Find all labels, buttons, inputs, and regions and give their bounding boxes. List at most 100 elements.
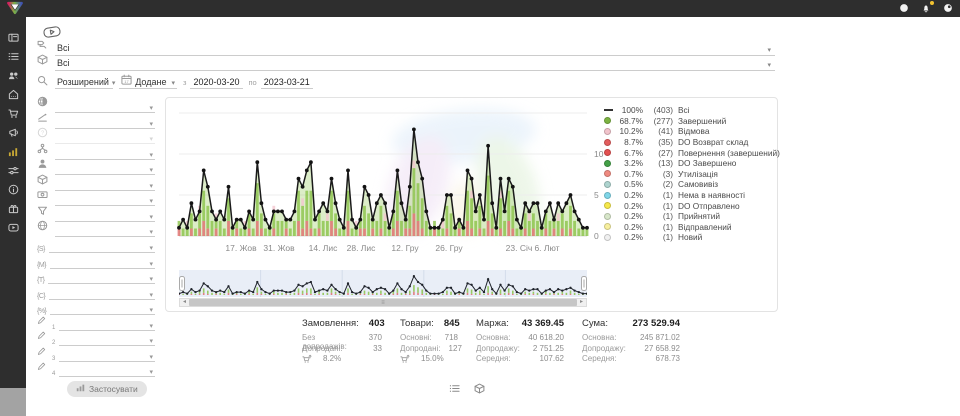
- search-mode-value: Розширений: [57, 77, 109, 87]
- legend-item-8[interactable]: 0.5%(2)Самовивіз: [604, 179, 776, 190]
- legend-count: (27): [647, 148, 673, 158]
- scroll-right-icon[interactable]: ▸: [577, 299, 586, 306]
- legend-label: Всі: [678, 105, 690, 115]
- sidebar-item-dashboard[interactable]: [0, 29, 26, 48]
- filter-select-17[interactable]: ▾: [59, 350, 155, 362]
- bell-icon[interactable]: [920, 2, 932, 14]
- legend-count: (1): [647, 232, 673, 242]
- search-icon[interactable]: [37, 75, 50, 88]
- legend-label: Відправлений: [678, 222, 731, 232]
- search-mode-select[interactable]: Розширений ▾: [55, 75, 113, 89]
- stat-sub-value: 245 871.02: [640, 333, 680, 344]
- date-from-input[interactable]: 2020-03-20: [190, 77, 242, 89]
- chevron-down-icon: ▾: [149, 213, 153, 221]
- legend-label: DO Завершено: [678, 158, 736, 168]
- info-icon: [8, 182, 19, 200]
- filter-select-2[interactable]: ▾: [55, 117, 155, 129]
- filter-select-18[interactable]: ▾: [59, 365, 155, 377]
- legend-item-13[interactable]: 0.2%(1)Новий: [604, 232, 776, 243]
- legend-count: (1): [647, 211, 673, 221]
- legend-label: DO Отправлено: [678, 201, 740, 211]
- footer-tools: [449, 381, 485, 399]
- date-field-select[interactable]: 17 Додане ▾: [119, 75, 177, 89]
- legend-item-11[interactable]: 0.2%(1)Прийнятий: [604, 211, 776, 222]
- scrollbar-thumb[interactable]: ≡: [189, 299, 577, 306]
- status-filter-select[interactable]: Всі ▾: [55, 42, 775, 56]
- apply-button-label: Застосувати: [89, 384, 138, 394]
- palette-icon[interactable]: [898, 2, 910, 14]
- filter-select-6[interactable]: ▾: [55, 179, 155, 191]
- left-filter-row-9: ▾: [37, 224, 155, 237]
- left-filter-row-11: {M}▾: [37, 256, 155, 269]
- legend-item-6[interactable]: 3.2%(13)DO Завершено: [604, 158, 776, 169]
- sidebar-item-cart[interactable]: [0, 105, 26, 124]
- left-filter-row-1: ▾: [37, 100, 155, 113]
- filter-select-5[interactable]: ▾: [55, 163, 155, 175]
- chart-icon: [8, 144, 19, 162]
- legend-count: (13): [647, 158, 673, 168]
- scroll-left-icon[interactable]: ◂: [180, 299, 189, 306]
- package-icon: [37, 52, 50, 70]
- legend-dot-marker: [604, 202, 611, 209]
- svg-text:5: 5: [594, 190, 599, 200]
- legend-percent: 100%: [615, 105, 643, 115]
- products-filter-select[interactable]: Всі ▾: [55, 57, 775, 71]
- sidebar-item-info[interactable]: [0, 181, 26, 200]
- filter-select-10[interactable]: ▾: [49, 241, 155, 253]
- filter-select-4[interactable]: ▾: [55, 148, 155, 160]
- sidebar-item-analytics[interactable]: [0, 143, 26, 162]
- filter-select-14[interactable]: ▾: [50, 303, 155, 315]
- sidebar-item-video[interactable]: [0, 219, 26, 238]
- stat-sub-label: Основні:: [400, 333, 432, 344]
- apply-button[interactable]: Застосувати: [67, 381, 147, 397]
- date-to-input[interactable]: 2023-03-21: [261, 77, 313, 89]
- legend-item-12[interactable]: 0.2% (1) Відправлений: [604, 222, 776, 233]
- sliders-icon: [8, 163, 19, 181]
- legend-item-9[interactable]: 0.2%(1)Нема в наявності: [604, 190, 776, 201]
- filter-select-7[interactable]: ▾: [55, 194, 155, 206]
- stat-sub-value: 370: [369, 333, 382, 344]
- sidebar-item-customers[interactable]: [0, 67, 26, 86]
- brand-logo-icon[interactable]: [6, 1, 24, 20]
- filter-select-1[interactable]: ▾: [55, 101, 155, 113]
- left-filter-row-12: {T}▾: [37, 271, 155, 284]
- legend-percent: 0.2%: [615, 222, 643, 232]
- svg-text:14. Лис: 14. Лис: [309, 243, 339, 253]
- legend-count: (1): [647, 201, 673, 211]
- summary-stats: Замовлення:403Без допродажів:370Допродан…: [302, 318, 698, 365]
- chart-range-navigator[interactable]: [179, 270, 587, 297]
- legend-percent: 6.7%: [615, 148, 643, 158]
- legend-item-7[interactable]: 0.7%(3)Утилізація: [604, 169, 776, 180]
- package-icon[interactable]: [474, 381, 485, 399]
- left-filter-row-17: 3▾: [37, 349, 155, 362]
- filter-select-15[interactable]: ▾: [59, 319, 155, 331]
- legend-item-2[interactable]: 68.7%(277)Завершений: [604, 116, 776, 127]
- avatar-icon[interactable]: [942, 2, 954, 14]
- filter-select-9[interactable]: ▾: [55, 225, 155, 237]
- legend-dot-marker: [604, 181, 611, 188]
- filter-row-status: Всі ▾: [37, 42, 775, 56]
- filter-select-12[interactable]: ▾: [48, 272, 155, 284]
- rows-icon[interactable]: [449, 381, 460, 399]
- legend-item-3[interactable]: 10.2%(41)Відмова: [604, 126, 776, 137]
- sidebar-item-orders[interactable]: [0, 48, 26, 67]
- legend-item-5[interactable]: 6.7%(27)Повернення (завершений): [604, 147, 776, 158]
- stat-column-1: Замовлення:403Без допродажів:370Допродан…: [302, 318, 382, 365]
- stat-sub-value: 127: [449, 344, 462, 355]
- legend-item-10[interactable]: 0.2%(1)DO Отправлено: [604, 200, 776, 211]
- legend-item-1[interactable]: 100%(403)Всі: [604, 105, 776, 116]
- legend-label: DO Возврат склад: [678, 137, 748, 147]
- filter-select-13[interactable]: ▾: [49, 288, 155, 300]
- chart-scrollbar[interactable]: ◂ ≡ ▸: [179, 298, 587, 307]
- sidebar-item-rewards[interactable]: [0, 200, 26, 219]
- filter-select-8[interactable]: ▾: [55, 210, 155, 222]
- filter-select-16[interactable]: ▾: [59, 334, 155, 346]
- pencil-index: 4: [52, 371, 55, 377]
- sidebar-item-marketing[interactable]: [0, 124, 26, 143]
- filter-select-11[interactable]: ▾: [50, 257, 155, 269]
- sidebar-item-settings[interactable]: [0, 162, 26, 181]
- stat-sub-label: Допродані:: [302, 344, 343, 355]
- legend-item-4[interactable]: 8.7%(35)DO Возврат склад: [604, 137, 776, 148]
- sidebar-item-store[interactable]: [0, 86, 26, 105]
- legend-count: (1): [647, 222, 673, 232]
